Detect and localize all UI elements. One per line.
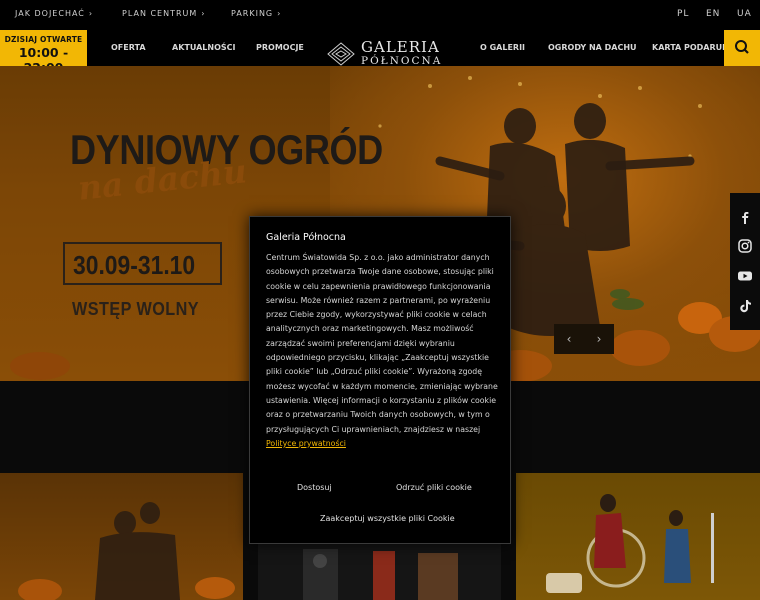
hero-dates: 30.09-31.10 — [73, 250, 196, 280]
search-icon — [735, 40, 749, 54]
slider-next-button[interactable]: › — [584, 324, 614, 354]
lang-ua[interactable]: UA — [737, 9, 752, 19]
promo-card-image — [18, 502, 235, 600]
social-rail — [730, 193, 760, 330]
dialog-title: Galeria Północna — [266, 232, 346, 243]
hours-label: DZISIAJ OTWARTE — [4, 35, 83, 44]
hero-date-box: 30.09-31.10 — [63, 242, 222, 285]
instagram-icon[interactable] — [737, 238, 753, 254]
promo-card-image — [546, 494, 714, 593]
link-label: PARKING — [231, 9, 274, 18]
lang-en[interactable]: EN — [706, 9, 720, 19]
link-label: PLAN CENTRUM — [122, 9, 198, 18]
slider-controls: ‹ › — [554, 324, 614, 354]
tiktok-icon[interactable] — [737, 298, 753, 314]
link-plan-centrum[interactable]: PLAN CENTRUM › — [122, 9, 206, 18]
nav-promocje[interactable]: PROMOCJE — [256, 43, 304, 52]
link-label: JAK DOJECHAĆ — [15, 9, 85, 18]
nav-ogrody-na-dachu[interactable]: OGRODY NA DACHU — [548, 43, 637, 52]
cookie-consent-dialog: Galeria Północna Centrum Światowida Sp. … — [249, 216, 511, 544]
nav-o-galerii[interactable]: O GALERII — [480, 43, 525, 52]
hero-entry-free: WSTĘP WOLNY — [72, 299, 200, 319]
chevron-left-icon: ‹ — [566, 332, 572, 346]
chevron-right-icon: › — [201, 9, 206, 18]
chevron-right-icon: › — [596, 332, 602, 346]
dialog-body-text: Centrum Światowida Sp. z o.o. jako admin… — [266, 253, 498, 434]
slider-prev-button[interactable]: ‹ — [554, 324, 584, 354]
galeria-logo[interactable]: GALERIA PÓŁNOCNA — [327, 22, 440, 67]
customize-button[interactable]: Dostosuj — [297, 483, 332, 492]
reject-cookies-button[interactable]: Odrzuć pliki cookie — [396, 483, 472, 492]
search-button[interactable] — [724, 30, 760, 66]
promo-card[interactable] — [516, 473, 760, 600]
nav-oferta[interactable]: OFERTA — [111, 43, 146, 52]
promo-card[interactable] — [258, 541, 501, 600]
chevron-right-icon: › — [88, 9, 94, 18]
youtube-icon[interactable] — [737, 268, 753, 284]
promo-card-image — [303, 549, 458, 600]
opening-hours-badge[interactable]: DZISIAJ OTWARTE 10:00 - 22:00 — [0, 30, 87, 75]
dialog-body: Centrum Światowida Sp. z o.o. jako admin… — [266, 251, 500, 451]
chevron-right-icon: › — [277, 9, 282, 18]
nav-aktualnosci[interactable]: AKTUALNOŚCI — [172, 43, 236, 52]
link-parking[interactable]: PARKING › — [231, 9, 281, 18]
facebook-icon[interactable] — [737, 209, 753, 225]
promo-card[interactable] — [0, 473, 243, 600]
logo-text-line1: GALERIA — [361, 38, 440, 56]
link-jak-dojechac[interactable]: JAK DOJECHAĆ › — [15, 9, 93, 18]
accept-all-cookies-button[interactable]: Zaakceptuj wszystkie pliki Cookie — [320, 514, 455, 523]
logo-mark-icon — [327, 42, 355, 66]
lang-pl[interactable]: PL — [677, 9, 689, 19]
main-nav: DZISIAJ OTWARTE 10:00 - 22:00 OFERTA AKT… — [0, 30, 760, 75]
privacy-policy-link[interactable]: Polityce prywatności — [266, 439, 346, 448]
